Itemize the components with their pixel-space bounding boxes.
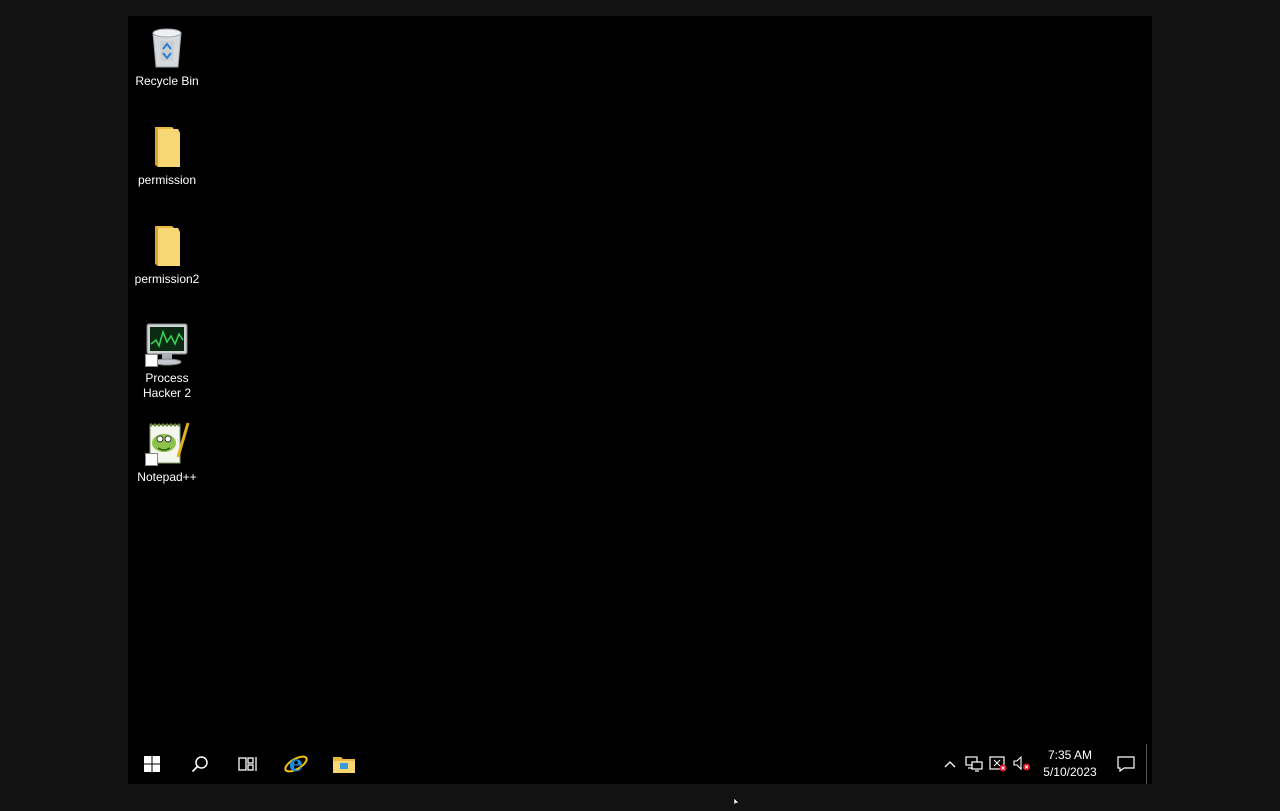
system-tray: 7:35 AM 5/10/2023 [938,744,1152,784]
network-icon [965,756,983,772]
desktop-icon-permission[interactable]: permission [132,123,202,188]
notepadpp-icon [143,420,191,466]
desktop-icon-label: permission2 [134,272,200,286]
search-button[interactable] [176,744,224,784]
file-explorer-icon [333,757,355,773]
process-hacker-icon [143,321,191,367]
start-button[interactable] [128,744,176,784]
volume-muted-icon [1013,756,1030,771]
clock-date: 5/10/2023 [1043,765,1097,779]
security-alert-icon [989,756,1007,772]
action-center-button[interactable] [1106,744,1146,784]
desktop-icon-recycle-bin[interactable]: Recycle Bin [132,24,202,89]
folder-icon [143,222,191,268]
show-desktop-button[interactable] [1146,744,1152,784]
taskbar-internet-explorer[interactable]: e [272,744,320,784]
desktop-icon-permission2[interactable]: permission2 [132,222,202,287]
task-view-button[interactable] [224,744,272,784]
chevron-up-icon [944,761,956,768]
mouse-cursor-icon [733,793,742,811]
taskbar-clock[interactable]: 7:35 AM 5/10/2023 [1034,744,1106,784]
security-tray-button[interactable] [986,744,1010,784]
desktop-icon-label: permission [137,173,197,187]
volume-tray-button[interactable] [1010,744,1034,784]
shortcut-arrow-icon [145,453,158,466]
internet-explorer-icon: e [284,751,308,777]
action-center-icon [1117,756,1135,772]
desktop-icon-label: Recycle Bin [135,74,199,88]
clock-time: 7:35 AM [1047,748,1093,762]
desktop-icon-process-hacker[interactable]: Process Hacker 2 [132,321,202,401]
show-hidden-icons-button[interactable] [938,744,962,784]
network-tray-button[interactable] [962,744,986,784]
taskbar: e 7:35 AM 5/10/2023 [128,744,1152,784]
svg-text:e: e [289,751,303,777]
recycle-bin-icon [143,24,191,70]
desktop-icon-label: Process Hacker 2 [142,371,192,400]
desktop-icon-notepadpp[interactable]: Notepad++ [132,420,202,485]
taskbar-file-explorer[interactable] [320,744,368,784]
folder-icon [143,123,191,169]
desktop-icon-label: Notepad++ [137,470,197,484]
task-view-icon [238,757,257,771]
desktop: Recycle Bin permission permission2 Proce… [128,16,1152,784]
search-icon [191,756,208,773]
windows-start-icon [144,756,160,772]
shortcut-arrow-icon [145,354,158,367]
